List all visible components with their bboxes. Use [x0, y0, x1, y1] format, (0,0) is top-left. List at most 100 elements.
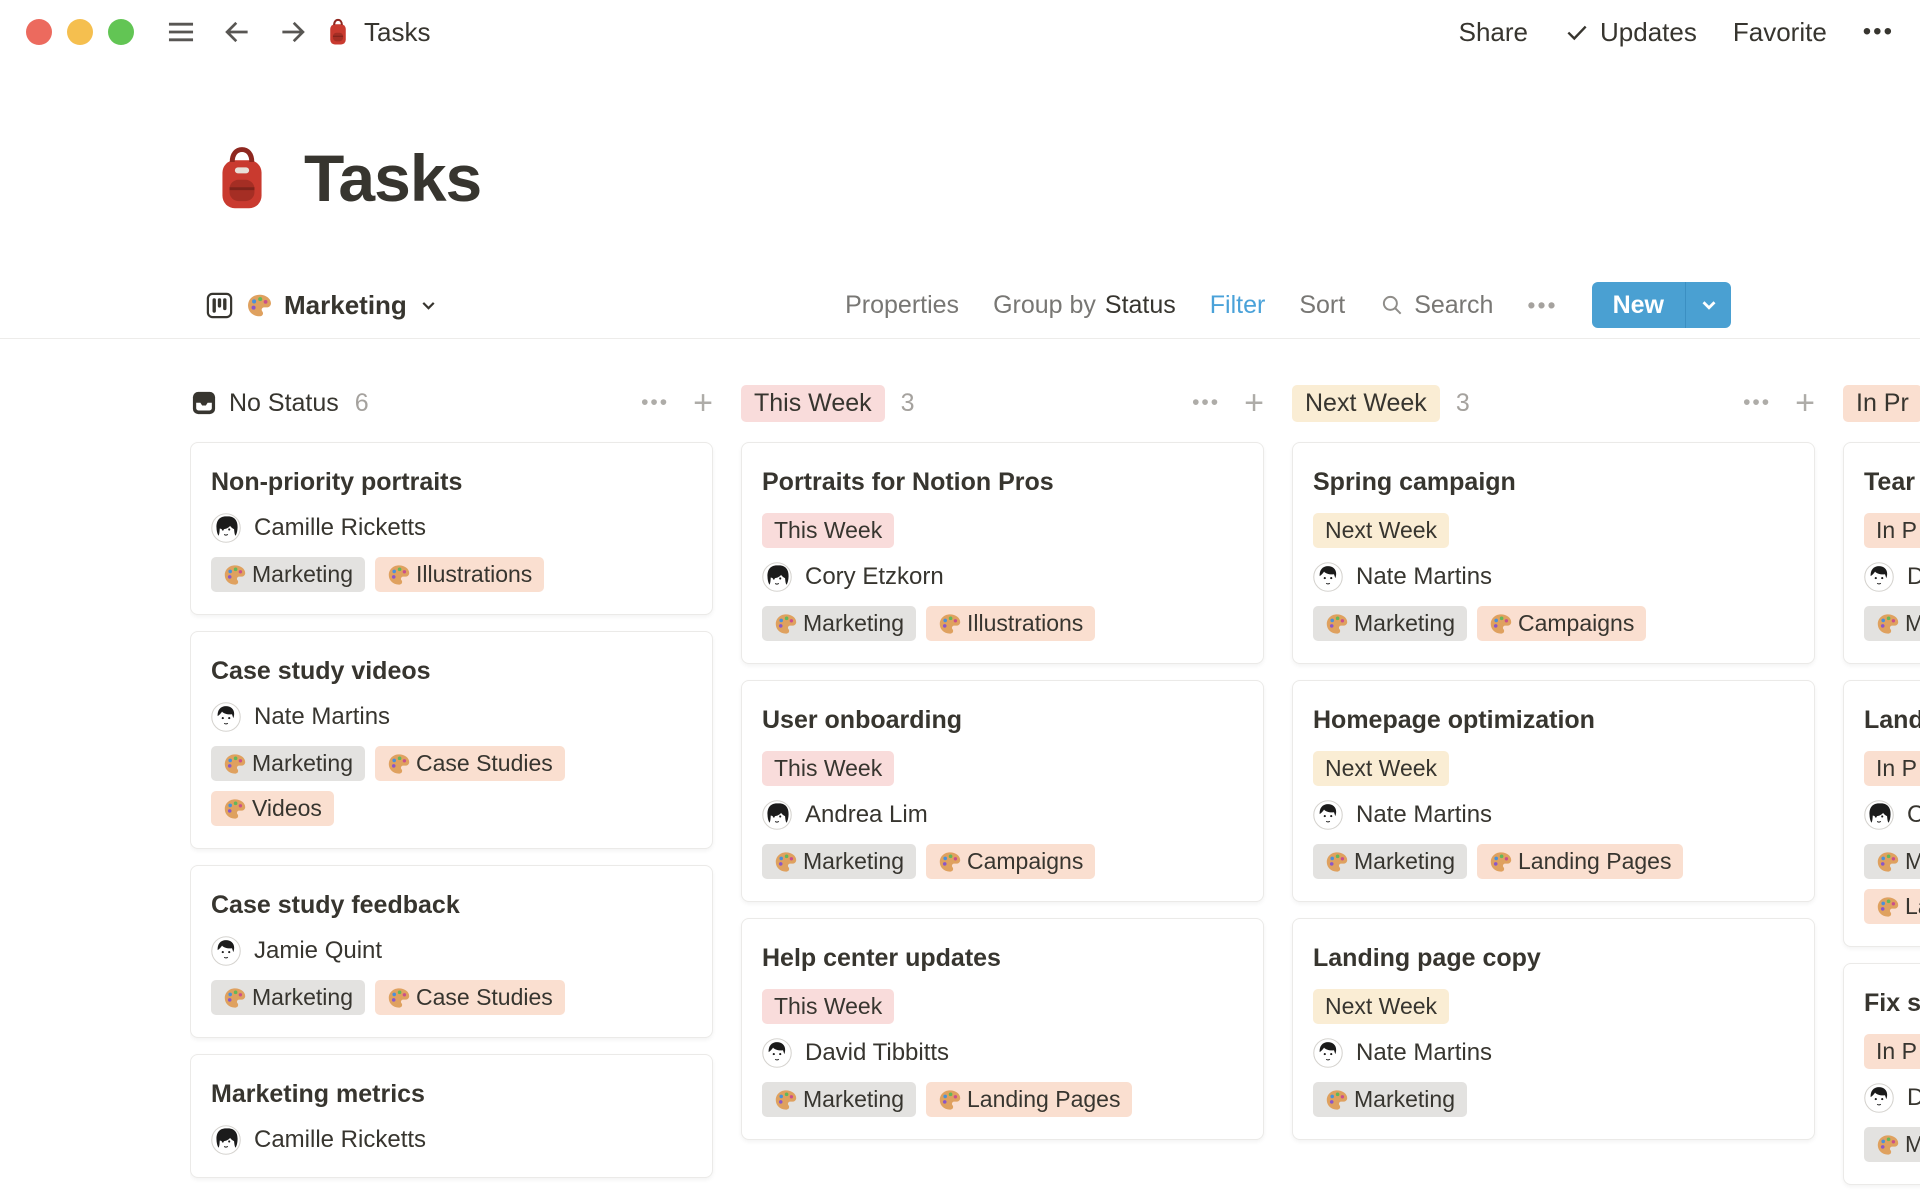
forward-icon[interactable]	[276, 15, 310, 49]
card-title: Non-priority portraits	[211, 465, 692, 499]
sort-button[interactable]: Sort	[1299, 291, 1345, 320]
view-more-icon[interactable]: •••	[1527, 292, 1557, 319]
column-options-icon[interactable]: •••	[1192, 391, 1220, 415]
kanban-board: No Status 6 ••• + Non-priority portraits Cami…	[190, 382, 1920, 1200]
task-card[interactable]: TearIn PDM	[1843, 442, 1920, 664]
tag-pill: Marketing	[1313, 606, 1467, 641]
more-options-icon[interactable]: •••	[1863, 18, 1894, 46]
tag-label: Campaigns	[967, 848, 1083, 875]
sidebar-menu-icon[interactable]	[164, 15, 198, 49]
avatar	[1313, 562, 1343, 592]
board-column: This Week3•••+Portraits for Notion ProsT…	[741, 382, 1264, 1140]
card-status-row: Next Week	[1313, 513, 1794, 548]
tag-pill: Landing Pages	[926, 1082, 1132, 1117]
tag-label: Marketing	[252, 750, 353, 777]
tag-label: Marketing	[1354, 610, 1455, 637]
task-card[interactable]: User onboardingThis WeekAndrea LimMarket…	[741, 680, 1264, 902]
share-button[interactable]: Share	[1459, 17, 1528, 48]
person-name: Nate Martins	[1356, 801, 1492, 829]
task-card[interactable]: Fix sIn PDM	[1843, 963, 1920, 1185]
doc-title: Tasks	[364, 17, 430, 48]
palette-emoji	[223, 986, 247, 1010]
new-dropdown-icon[interactable]	[1685, 282, 1731, 328]
tag-pill: Illustrations	[926, 606, 1095, 641]
palette-emoji	[938, 612, 962, 636]
column-options-icon[interactable]: •••	[1743, 391, 1771, 415]
tag-pill: Case Studies	[375, 980, 565, 1015]
card-person-row: Andrea Lim	[762, 800, 1243, 830]
favorite-button[interactable]: Favorite	[1733, 17, 1827, 48]
view-bar: Marketing Properties Group by Status Fil…	[204, 280, 1731, 330]
column-count: 3	[901, 389, 915, 418]
status-pill: In P	[1864, 513, 1920, 548]
properties-button[interactable]: Properties	[845, 291, 959, 320]
updates-button[interactable]: Updates	[1564, 17, 1697, 48]
view-selector[interactable]: Marketing	[204, 290, 439, 321]
search-button[interactable]: Search	[1379, 291, 1493, 320]
page-title: Tasks	[304, 140, 481, 216]
card-title: Landing page copy	[1313, 941, 1794, 975]
tag-pill: M	[1864, 1127, 1920, 1162]
group-by-button[interactable]: Group by Status	[993, 291, 1176, 320]
back-icon[interactable]	[220, 15, 254, 49]
palette-emoji	[938, 850, 962, 874]
task-card[interactable]: Case study videosNate MartinsMarketingCa…	[190, 631, 713, 849]
card-title: Portraits for Notion Pros	[762, 465, 1243, 499]
tag-label: Marketing	[803, 1086, 904, 1113]
avatar	[1313, 800, 1343, 830]
task-card[interactable]: Help center updatesThis WeekDavid Tibbit…	[741, 918, 1264, 1140]
tag-label: Marketing	[1354, 1086, 1455, 1113]
tag-label: Videos	[252, 795, 322, 822]
tag-label: Marketing	[1354, 848, 1455, 875]
palette-emoji	[1325, 1088, 1349, 1112]
card-title: Case study feedback	[211, 888, 692, 922]
card-title: Marketing metrics	[211, 1077, 692, 1111]
task-card[interactable]: Non-priority portraitsCamille RickettsMa…	[190, 442, 713, 615]
column-add-card-icon[interactable]: +	[693, 386, 713, 420]
check-icon	[1564, 19, 1590, 45]
column-count: 6	[355, 389, 369, 418]
tag-pill: Marketing	[1313, 1082, 1467, 1117]
filter-button[interactable]: Filter	[1210, 291, 1266, 320]
avatar	[1864, 800, 1894, 830]
card-person-row: D	[1864, 1083, 1920, 1113]
task-card[interactable]: Landing page copyNext WeekNate MartinsMa…	[1292, 918, 1815, 1140]
tag-label: M	[1905, 610, 1920, 637]
task-card[interactable]: Portraits for Notion ProsThis WeekCory E…	[741, 442, 1264, 664]
column-add-card-icon[interactable]: +	[1244, 386, 1264, 420]
column-cards: Portraits for Notion ProsThis WeekCory E…	[741, 442, 1264, 1140]
view-name: Marketing	[284, 290, 407, 321]
palette-emoji	[1325, 850, 1349, 874]
close-window-icon[interactable]	[26, 19, 52, 45]
task-card[interactable]: Marketing metricsCamille Ricketts	[190, 1054, 713, 1178]
column-cards: TearIn PDMLandIn PCMLaFix sIn PDM	[1843, 442, 1920, 1185]
card-person-row: Cory Etzkorn	[762, 562, 1243, 592]
tag-pill: La	[1864, 889, 1920, 924]
column-title: No Status	[229, 389, 339, 418]
card-tags-row: MLa	[1864, 844, 1920, 924]
column-title-pill: In Pr	[1843, 385, 1920, 422]
column-add-card-icon[interactable]: +	[1795, 386, 1815, 420]
task-card[interactable]: Spring campaignNext WeekNate MartinsMark…	[1292, 442, 1815, 664]
task-card[interactable]: Case study feedbackJamie QuintMarketingC…	[190, 865, 713, 1038]
zoom-window-icon[interactable]	[108, 19, 134, 45]
column-options-icon[interactable]: •••	[641, 391, 669, 415]
minimize-window-icon[interactable]	[67, 19, 93, 45]
card-person-row: Nate Martins	[1313, 1038, 1794, 1068]
card-tags-row: M	[1864, 606, 1920, 641]
avatar	[762, 800, 792, 830]
column-title-pill: Next Week	[1292, 385, 1440, 422]
card-person-row: Camille Ricketts	[211, 513, 692, 543]
card-person-row: Nate Martins	[211, 702, 692, 732]
task-card[interactable]: Homepage optimizationNext WeekNate Marti…	[1292, 680, 1815, 902]
card-tags-row: MarketingCampaigns	[762, 844, 1243, 879]
person-name: Camille Ricketts	[254, 514, 426, 542]
tag-pill: Videos	[211, 791, 334, 826]
breadcrumb[interactable]: Tasks	[324, 17, 430, 48]
card-status-row: In P	[1864, 1034, 1920, 1069]
card-status-row: In P	[1864, 513, 1920, 548]
task-card[interactable]: LandIn PCMLa	[1843, 680, 1920, 947]
new-button[interactable]: New	[1592, 282, 1731, 328]
page-header: Tasks	[210, 140, 481, 216]
palette-emoji	[1489, 850, 1513, 874]
